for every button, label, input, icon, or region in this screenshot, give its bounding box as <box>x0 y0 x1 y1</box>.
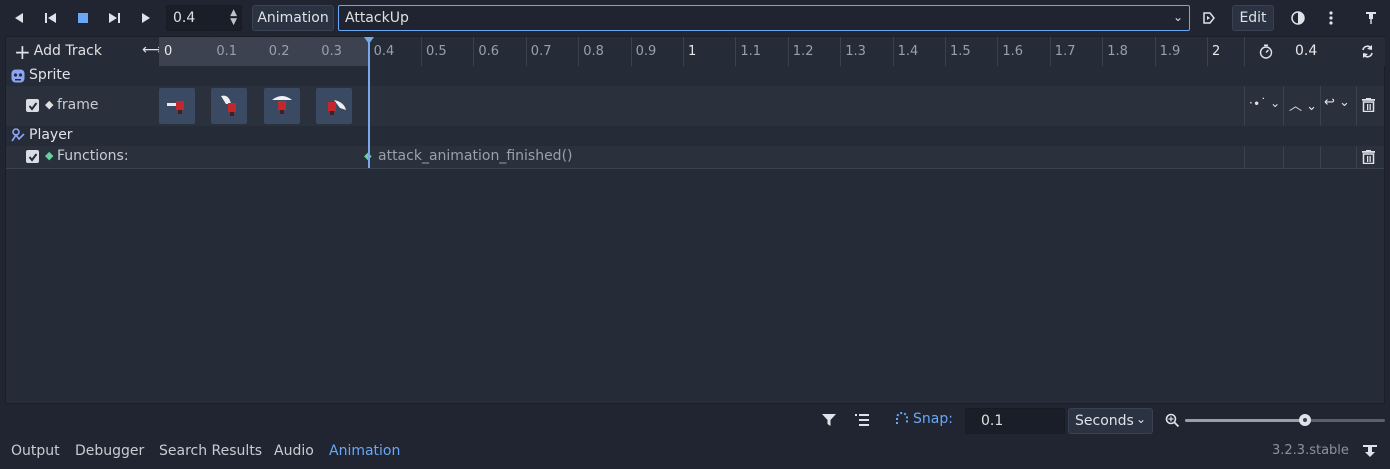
chevron-down-icon: ⌄ <box>1172 10 1183 24</box>
filter-icon[interactable] <box>822 413 836 427</box>
track-options: ·∙˙ ⌄ ︿ ⌄ ↩ ⌄ <box>1244 86 1385 126</box>
snap-icon <box>896 412 908 424</box>
zoom-slider-fill <box>1185 419 1305 422</box>
timeline-tick: 0.6 <box>473 37 525 66</box>
timeline-tick: 1 <box>683 37 735 66</box>
animation-length-value[interactable]: 0.4 <box>1295 37 1317 66</box>
edit-button[interactable]: Edit <box>1232 5 1274 31</box>
pin-icon[interactable] <box>1358 6 1384 30</box>
tab-output[interactable]: Output <box>11 438 60 464</box>
timeline-tick: 0.8 <box>578 37 630 66</box>
snap-unit-select[interactable]: Seconds ⌄ <box>1068 408 1153 434</box>
timeline-ruler[interactable]: + Add Track ⟷ 0 0.1 0.2 0.3 0.4 0.5 0.6 0.7 0.8 0… <box>6 37 1385 67</box>
sprite-node-icon <box>11 69 25 83</box>
chevron-down-icon: ⌄ <box>1135 412 1146 426</box>
trash-icon[interactable] <box>1362 150 1375 164</box>
snap-label: Snap: <box>913 411 953 427</box>
interpolation-icon[interactable]: ︿ ⌄ <box>1289 95 1317 114</box>
frame-track-label: frame <box>57 97 99 113</box>
loop-icon[interactable] <box>1360 44 1375 59</box>
timeline-tick: 1.3 <box>840 37 892 66</box>
track-enabled-checkbox[interactable] <box>26 99 39 112</box>
animation-menu-label: Animation <box>257 10 329 26</box>
timeline-tick: 0.7 <box>525 37 578 66</box>
track-editor: + Add Track ⟷ 0 0.1 0.2 0.3 0.4 0.5 0.6 0.7 0.8 0… <box>5 36 1385 404</box>
play-backwards-from-end-icon[interactable] <box>6 6 32 30</box>
update-mode-icon[interactable]: ·∙˙ ⌄ <box>1249 96 1280 110</box>
stopwatch-icon <box>1259 44 1273 59</box>
tab-search-results[interactable]: Search Results <box>159 438 262 464</box>
timeline-tick: 1.4 <box>892 37 945 66</box>
keyframe-thumbnail[interactable] <box>264 88 300 124</box>
timeline-tick: 0.3 <box>316 37 368 66</box>
timeline-tick: 1.7 <box>1049 37 1102 66</box>
track-options <box>1244 146 1385 168</box>
time-spinbox[interactable]: 0.4 ▲ ▼ <box>166 5 242 31</box>
track-row-functions[interactable]: ◆ Functions: ◆ attack_animation_finished… <box>6 146 1384 169</box>
timeline-tick: 1.8 <box>1102 37 1154 66</box>
collapse-panel-icon[interactable] <box>1363 444 1377 458</box>
play-icon[interactable] <box>133 6 159 30</box>
plus-icon: + <box>14 39 31 64</box>
group-player-label: Player <box>29 127 73 143</box>
onion-skin-icon[interactable] <box>1285 6 1311 30</box>
playhead-handle-icon[interactable] <box>364 37 374 45</box>
track-enabled-checkbox[interactable] <box>26 150 39 163</box>
view-group-icon[interactable] <box>855 414 869 426</box>
animation-select[interactable]: AttackUp ⌄ <box>338 5 1190 31</box>
timeline-tick: 0.9 <box>630 37 683 66</box>
spin-arrows-icon[interactable]: ▲ ▼ <box>230 9 237 27</box>
timeline-tick: 1.9 <box>1154 37 1207 66</box>
player-node-icon <box>11 128 25 142</box>
add-track-button[interactable]: + Add Track <box>14 37 102 66</box>
animation-toolbar: 0.4 ▲ ▼ Animation AttackUp ⌄ Edit <box>0 0 1390 36</box>
timeline-tick: 1.1 <box>735 37 787 66</box>
group-sprite-label: Sprite <box>29 67 71 83</box>
trash-icon[interactable] <box>1362 98 1375 112</box>
snap-toggle[interactable]: Snap: <box>894 411 953 427</box>
timeline-tick: 1.2 <box>787 37 840 66</box>
snap-step-input[interactable]: 0.1 <box>965 408 1065 434</box>
property-diamond-icon: ◆ <box>45 98 54 111</box>
zoom-slider-handle[interactable] <box>1299 414 1311 426</box>
timeline-tick: 0 <box>159 37 211 66</box>
snap-step-value: 0.1 <box>981 413 1004 429</box>
timeline-tick: 0.4 <box>368 37 421 66</box>
play-backwards-icon[interactable] <box>38 6 64 30</box>
group-sprite[interactable]: Sprite <box>6 66 1384 86</box>
timeline-tick: 1.6 <box>997 37 1049 66</box>
keyframe-thumbnail[interactable] <box>211 88 247 124</box>
track-row-frame[interactable]: ◆ frame ·∙˙ ⌄ ︿ ⌄ ↩ ⌄ <box>6 86 1384 127</box>
editor-bottom-bar: Snap: 0.1 Seconds ⌄ <box>0 404 1390 438</box>
stop-icon[interactable] <box>70 6 96 30</box>
functions-track-label: Functions: <box>57 148 129 164</box>
method-diamond-icon: ◆ <box>45 149 54 162</box>
timeline-tick: 0.1 <box>211 37 263 66</box>
zoom-icon <box>1165 413 1180 428</box>
loop-wrap-icon[interactable]: ↩ ⌄ <box>1324 95 1350 110</box>
keyframe-thumbnail[interactable] <box>159 88 195 124</box>
autoplay-icon[interactable] <box>1196 6 1222 30</box>
tab-debugger[interactable]: Debugger <box>75 438 144 464</box>
timeline-tick: 0.2 <box>263 37 316 66</box>
more-options-icon[interactable] <box>1318 6 1344 30</box>
edit-label: Edit <box>1239 10 1267 26</box>
tab-audio[interactable]: Audio <box>274 438 314 464</box>
timeline-tick: 0.5 <box>421 37 473 66</box>
group-player[interactable]: Player <box>6 126 1384 146</box>
add-track-label: Add Track <box>33 43 102 59</box>
keyframe-thumbnail[interactable] <box>316 88 352 124</box>
version-label: 3.2.3.stable <box>1272 443 1349 458</box>
method-keyframe-label: attack_animation_finished() <box>378 148 573 164</box>
playhead[interactable] <box>368 39 370 168</box>
time-value: 0.4 <box>173 10 196 26</box>
tab-animation[interactable]: Animation <box>329 438 400 464</box>
animation-name: AttackUp <box>345 10 409 26</box>
play-from-start-icon[interactable] <box>101 6 127 30</box>
bottom-panel-tabs: Output Debugger Search Results Audio Ani… <box>0 438 1390 469</box>
timeline-tick: 1.5 <box>945 37 997 66</box>
animation-menu-button[interactable]: Animation <box>252 5 334 31</box>
snap-unit-value: Seconds <box>1075 413 1134 429</box>
length-area: 0.4 <box>1244 37 1385 66</box>
